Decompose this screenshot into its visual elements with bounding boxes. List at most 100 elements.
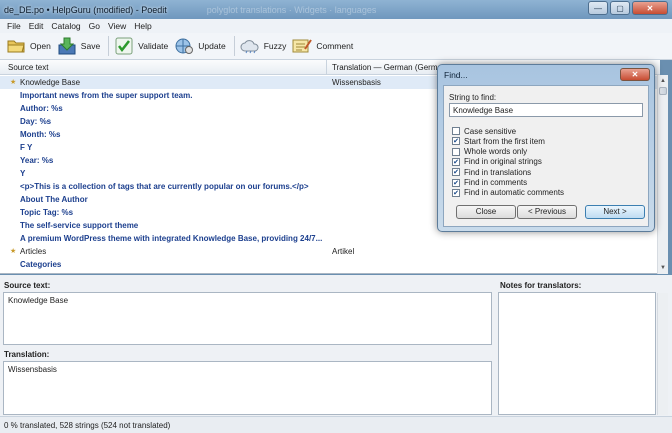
list-row[interactable]: ★ Articles Artikel — [0, 245, 660, 258]
column-divider[interactable] — [326, 60, 327, 75]
checked-box-icon[interactable]: ✔ — [452, 188, 460, 197]
unchecked-box-icon[interactable] — [452, 147, 460, 156]
menu-edit[interactable]: Edit — [26, 21, 49, 31]
source-text-box[interactable]: Knowledge Base — [3, 292, 492, 345]
list-row[interactable]: Categories — [0, 258, 660, 271]
scroll-thumb[interactable] — [659, 87, 667, 95]
find-dialog-title: Find... — [444, 70, 468, 80]
string-to-find-label: String to find: — [449, 93, 497, 102]
source-text-label: Source text: — [4, 281, 51, 290]
open-label: Open — [30, 41, 51, 51]
menu-catalog[interactable]: Catalog — [48, 21, 85, 31]
row-source-text: Y — [20, 169, 26, 178]
star-icon: ★ — [10, 79, 17, 86]
notes-label: Notes for translators: — [500, 281, 582, 290]
row-source-text: Year: %s — [20, 156, 54, 165]
option-checkbox[interactable]: Case sensitive — [452, 126, 516, 136]
row-source-text: Topic Tag: %s — [20, 208, 74, 217]
menu-view[interactable]: View — [105, 21, 131, 31]
row-source-text: Articles — [20, 247, 47, 256]
title-bar: de_DE.po • HelpGuru (modified) - Poedit … — [0, 0, 672, 19]
option-label: Whole words only — [464, 147, 528, 157]
comment-pencil-icon — [292, 36, 313, 56]
checked-box-icon[interactable]: ✔ — [452, 178, 460, 187]
option-checkbox[interactable]: Whole words only — [452, 147, 527, 157]
update-label: Update — [198, 41, 226, 51]
save-label: Save — [80, 41, 101, 51]
close-button[interactable]: Close — [456, 205, 516, 219]
window-controls: — ▢ ✕ — [588, 1, 668, 15]
fuzzy-label: Fuzzy — [263, 41, 287, 51]
unchecked-box-icon[interactable] — [452, 127, 460, 135]
row-source-text: Day: %s — [20, 117, 52, 126]
row-source-text: <p>This is a collection of tags that are… — [20, 182, 309, 191]
option-checkbox[interactable]: ✔ Find in translations — [452, 167, 531, 177]
notes-scrollbar[interactable] — [657, 293, 668, 415]
source-text-value: Knowledge Base — [8, 296, 69, 305]
toolbar-divider — [108, 36, 110, 56]
column-source-header[interactable]: Source text — [8, 63, 48, 72]
menu-help[interactable]: Help — [131, 21, 156, 31]
notes-text-box[interactable] — [498, 292, 656, 415]
status-bar: 0 % translated, 528 strings (524 not tra… — [0, 416, 672, 433]
fuzzy-button[interactable]: Fuzzy — [240, 35, 293, 57]
folder-open-icon — [6, 36, 26, 56]
row-source-text: F Y — [20, 143, 33, 152]
option-label: Find in automatic comments — [464, 188, 565, 198]
row-source-text: A premium WordPress theme with integrate… — [20, 234, 323, 243]
option-checkbox[interactable]: ✔ Find in original strings — [452, 157, 542, 167]
menu-file[interactable]: File — [4, 21, 26, 31]
comment-label: Comment — [316, 41, 354, 51]
open-button[interactable]: Open — [6, 35, 57, 57]
row-source-text: Categories — [20, 260, 62, 269]
translation-label: Translation: — [4, 350, 50, 359]
translation-text-box[interactable]: Wissensbasis — [3, 361, 492, 415]
checked-box-icon[interactable]: ✔ — [452, 137, 460, 146]
close-window-button[interactable]: ✕ — [632, 1, 668, 15]
option-checkbox[interactable]: ✔ Find in automatic comments — [452, 188, 564, 198]
comment-button[interactable]: Comment — [292, 35, 359, 57]
list-scrollbar[interactable]: ▲ ▼ — [657, 75, 668, 274]
window-title: de_DE.po • HelpGuru (modified) - Poedit — [4, 4, 167, 15]
background-window-titles: polyglot translations · Widgets · langua… — [206, 4, 377, 15]
search-input[interactable] — [450, 104, 642, 116]
maximize-button[interactable]: ▢ — [610, 1, 630, 15]
update-button[interactable]: Update — [174, 35, 231, 57]
status-text: 0 % translated, 528 strings (524 not tra… — [4, 421, 171, 430]
option-label: Find in original strings — [464, 157, 542, 167]
previous-button[interactable]: < Previous — [517, 205, 577, 219]
next-button[interactable]: Next > — [585, 205, 645, 219]
save-button[interactable]: Save — [57, 35, 106, 57]
row-source-text: Author: %s — [20, 104, 63, 113]
checked-box-icon[interactable]: ✔ — [452, 168, 460, 177]
row-translation-text: Wissensbasis — [332, 78, 381, 87]
find-dialog-close-icon[interactable]: ✕ — [620, 68, 650, 81]
editor-panels: Source text: Knowledge Base Translation:… — [0, 275, 672, 416]
toolbar: Open Save Validate Update Fuzzy Comment — [0, 33, 672, 60]
validate-label: Validate — [138, 41, 169, 51]
option-label: Case sensitive — [464, 126, 517, 136]
option-checkbox[interactable]: ✔ Find in comments — [452, 178, 527, 188]
option-checkbox[interactable]: ✔ Start from the first item — [452, 136, 545, 146]
scroll-up-icon[interactable]: ▲ — [659, 77, 667, 85]
globe-update-icon — [174, 36, 194, 56]
validate-button[interactable]: Validate — [114, 35, 174, 57]
column-translation-header[interactable]: Translation — German (Germany) — [332, 63, 442, 72]
option-label: Find in comments — [464, 178, 528, 187]
option-label: Start from the first item — [464, 136, 545, 146]
string-to-find-field[interactable] — [449, 103, 643, 117]
checked-box-icon[interactable]: ✔ — [452, 157, 460, 166]
star-icon: ★ — [10, 248, 17, 255]
minimize-button[interactable]: — — [588, 1, 608, 15]
scroll-down-icon[interactable]: ▼ — [659, 264, 667, 272]
list-row[interactable]: A premium WordPress theme with integrate… — [0, 232, 660, 245]
menu-go[interactable]: Go — [86, 21, 105, 31]
checkmark-icon — [114, 36, 134, 56]
find-dialog-body: String to find: Case sensitive ✔ Start fro… — [443, 85, 649, 227]
option-label: Find in translations — [464, 167, 532, 177]
row-source-text: About The Author — [20, 195, 88, 204]
cloud-fuzzy-icon — [240, 36, 260, 56]
row-source-text: Month: %s — [20, 130, 61, 139]
row-translation-text: Artikel — [332, 247, 355, 256]
toolbar-divider — [233, 36, 235, 56]
